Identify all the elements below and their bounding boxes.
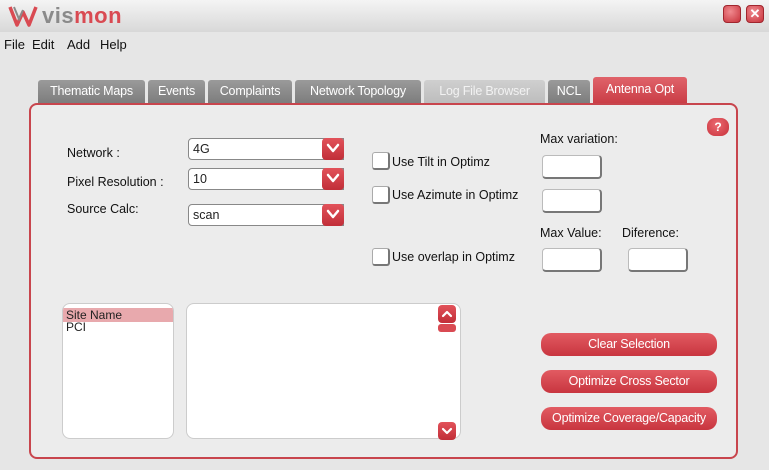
use-tilt-label: Use Tilt in Optimz [392, 155, 490, 169]
diference-label: Diference: [622, 226, 679, 240]
close-icon: ✕ [749, 6, 761, 21]
clear-selection-button[interactable]: Clear Selection [541, 333, 717, 356]
source-calc-label: Source Calc: [67, 202, 139, 216]
use-tilt-checkbox[interactable] [372, 152, 390, 170]
chevron-down-icon [441, 427, 453, 435]
help-button[interactable]: ? [707, 118, 729, 136]
pixel-resolution-label: Pixel Resolution : [67, 175, 164, 189]
source-calc-value: scan [193, 208, 220, 222]
max-variation-label: Max variation: [540, 132, 618, 146]
menu-file[interactable]: File [4, 37, 25, 52]
max-variation-input-2[interactable] [542, 189, 602, 213]
menu-bar: File Edit Add Help [0, 34, 769, 54]
title-bar: vismon ✕ [0, 0, 769, 32]
list-item-pci[interactable]: PCI [63, 320, 173, 334]
minimize-icon [724, 6, 740, 22]
chevron-down-icon[interactable] [322, 204, 344, 226]
use-azimute-checkbox[interactable] [372, 186, 390, 204]
scroll-down-button[interactable] [438, 422, 456, 440]
values-list[interactable] [186, 303, 461, 439]
chevron-up-icon [441, 310, 453, 318]
network-value: 4G [193, 142, 210, 156]
use-overlap-label: Use overlap in Optimz [392, 250, 515, 264]
tab-events[interactable]: Events [148, 80, 205, 103]
chevron-down-icon[interactable] [322, 168, 344, 190]
source-calc-select[interactable]: scan [188, 204, 344, 226]
app-logo-text: vismon [42, 3, 123, 28]
tab-network-topology[interactable]: Network Topology [295, 80, 421, 103]
menu-add[interactable]: Add [67, 37, 90, 52]
menu-edit[interactable]: Edit [32, 37, 54, 52]
chevron-down-icon[interactable] [322, 138, 344, 160]
use-overlap-checkbox[interactable] [372, 248, 390, 266]
antenna-opt-panel: ? Network : 4G Pixel Resolution : 10 Sou… [29, 103, 738, 459]
tab-complaints[interactable]: Complaints [208, 80, 292, 103]
site-attribute-list[interactable]: Site Name PCI [62, 303, 174, 439]
scrollbar-thumb[interactable] [438, 324, 456, 332]
network-select[interactable]: 4G [188, 138, 344, 160]
diference-input[interactable] [628, 248, 688, 272]
scroll-up-button[interactable] [438, 305, 456, 323]
vismon-logo-icon [8, 6, 38, 27]
pixel-resolution-select[interactable]: 10 [188, 168, 344, 190]
pixel-resolution-value: 10 [193, 172, 207, 186]
minimize-button[interactable] [723, 5, 741, 23]
optimize-coverage-capacity-button[interactable]: Optimize Coverage/Capacity [541, 407, 717, 430]
optimize-cross-sector-button[interactable]: Optimize Cross Sector [541, 370, 717, 393]
max-variation-input-1[interactable] [542, 155, 602, 179]
close-button[interactable]: ✕ [746, 5, 764, 23]
tab-antenna-opt[interactable]: Antenna Opt [593, 77, 687, 104]
tab-thematic-maps[interactable]: Thematic Maps [38, 80, 145, 103]
tab-log-file-browser: Log File Browser [424, 80, 545, 103]
max-value-input[interactable] [542, 248, 602, 272]
network-label: Network : [67, 146, 120, 160]
max-value-label: Max Value: [540, 226, 602, 240]
use-azimute-label: Use Azimute in Optimz [392, 188, 519, 202]
tab-ncl[interactable]: NCL [548, 80, 590, 103]
menu-help[interactable]: Help [100, 37, 127, 52]
